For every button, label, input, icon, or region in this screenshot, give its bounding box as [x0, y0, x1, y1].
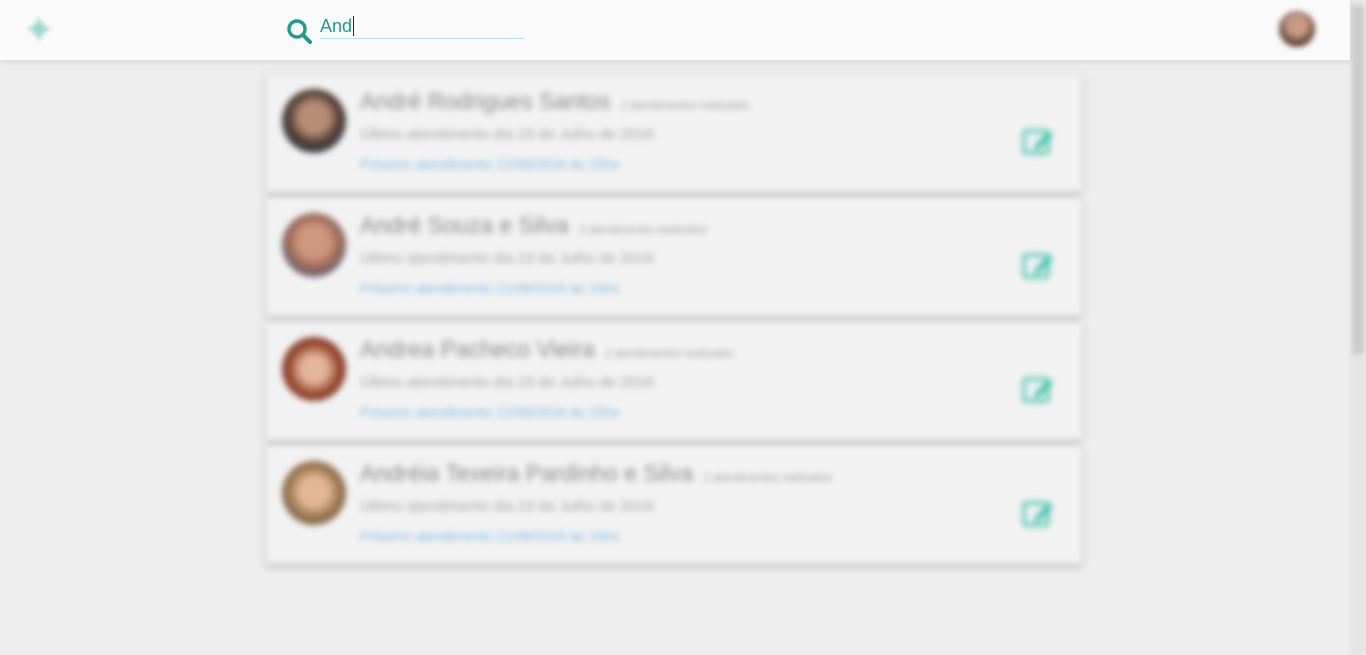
- last-visit-text: Último atendimento dia 23 de Julho de 20…: [360, 250, 654, 267]
- patient-tag: 2 atendimentos realizados: [703, 472, 833, 484]
- next-visit-link[interactable]: Próximo atendimento 21/08/2016 às 15hs: [360, 280, 619, 296]
- search-input-value[interactable]: And: [320, 16, 355, 36]
- user-avatar[interactable]: [1279, 11, 1315, 47]
- last-visit-text: Último atendimento dia 23 de Julho de 20…: [360, 126, 654, 143]
- scrollbar[interactable]: [1350, 0, 1366, 655]
- patient-name[interactable]: André Rodrigues Santos: [360, 88, 611, 114]
- app-logo-icon[interactable]: [26, 16, 52, 42]
- last-visit-text: Último atendimento dia 23 de Julho de 20…: [360, 498, 654, 515]
- edit-icon[interactable]: [1022, 127, 1054, 157]
- patient-name[interactable]: Andrea Pacheco Vieira: [360, 336, 595, 362]
- patient-tag: 2 atendimentos realizados: [605, 348, 734, 360]
- search-icon[interactable]: [286, 18, 312, 44]
- scrollbar-thumb[interactable]: [1352, 6, 1364, 354]
- last-visit-text: Último atendimento dia 23 de Julho de 20…: [360, 374, 654, 391]
- patient-tag: 2 atendimentos realizados: [578, 224, 708, 236]
- patient-name[interactable]: André Souza e Silva: [360, 212, 568, 238]
- patient-name[interactable]: Andréia Texeira Pardinho e Silva: [360, 460, 693, 486]
- patient-card[interactable]: Andréia Texeira Pardinho e Silva 2 atend…: [266, 446, 1082, 564]
- next-visit-link[interactable]: Próximo atendimento 21/08/2016 às 15hs: [360, 404, 619, 420]
- next-visit-link[interactable]: Próximo atendimento 21/08/2016 às 15hs: [360, 156, 619, 172]
- edit-icon[interactable]: [1022, 499, 1054, 529]
- patient-avatar: [282, 89, 346, 153]
- patient-avatar: [282, 213, 346, 277]
- patient-card[interactable]: André Rodrigues Santos 2 atendimentos re…: [266, 74, 1082, 192]
- patient-card[interactable]: André Souza e Silva 2 atendimentos reali…: [266, 198, 1082, 316]
- patient-results-list: André Rodrigues Santos 2 atendimentos re…: [266, 74, 1082, 570]
- top-bar: And: [0, 0, 1350, 60]
- edit-icon[interactable]: [1022, 251, 1054, 281]
- next-visit-link[interactable]: Próximo atendimento 21/08/2016 às 15hs: [360, 528, 619, 544]
- edit-icon[interactable]: [1022, 375, 1054, 405]
- patient-avatar: [282, 461, 346, 525]
- patient-avatar: [282, 337, 346, 401]
- patient-tag: 2 atendimentos realizados: [621, 100, 750, 112]
- patient-card[interactable]: Andrea Pacheco Vieira 2 atendimentos rea…: [266, 322, 1082, 440]
- search-input[interactable]: And: [320, 14, 524, 39]
